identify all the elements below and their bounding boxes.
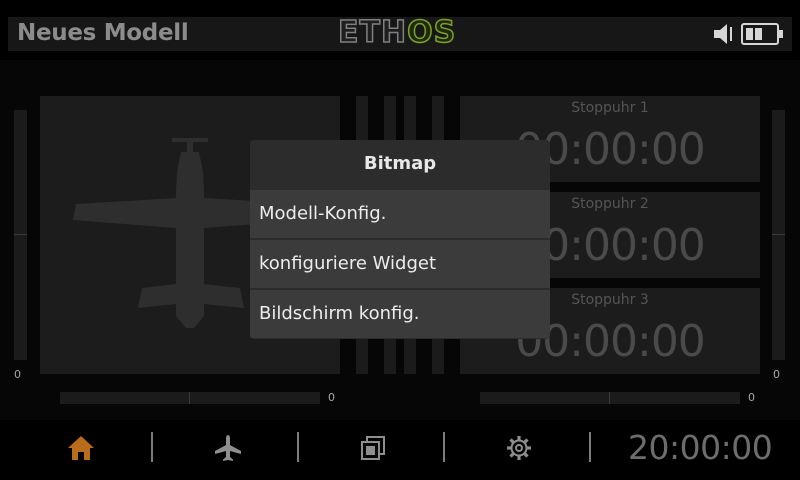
airplane-icon[interactable] (213, 434, 243, 462)
left-trim-value: 0 (328, 391, 335, 404)
menu-item-configure-widget[interactable]: konfiguriere Widget (250, 240, 550, 288)
footer-separator (151, 432, 153, 462)
widget-context-menu: Bitmap Modell-Konfig. konfiguriere Widge… (250, 140, 550, 339)
model-name[interactable]: Neues Modell (17, 18, 189, 48)
menu-item-model-config[interactable]: Modell-Konfig. (250, 190, 550, 238)
ethos-logo: ETHOS (337, 15, 457, 51)
logo-eth: ETH (337, 15, 408, 51)
left-trim-center-mark (189, 392, 190, 404)
footer-separator (443, 432, 445, 462)
right-vertical-rail (772, 110, 785, 360)
footer-separator (297, 432, 299, 462)
speaker-muted-icon[interactable] (712, 23, 736, 45)
left-rail-center-mark (14, 234, 27, 235)
left-vertical-rail (14, 110, 27, 360)
right-horizontal-trim (480, 392, 740, 404)
system-clock: 20:00:00 (628, 428, 773, 467)
settings-gear-icon[interactable] (505, 434, 533, 462)
status-icons (712, 20, 786, 48)
right-trim-center-mark (609, 392, 610, 404)
right-rail-value: 0 (773, 368, 780, 381)
right-rail-center-mark (772, 234, 785, 235)
right-trim-value: 0 (748, 391, 755, 404)
menu-title: Bitmap (363, 153, 437, 174)
logo-os: OS (406, 15, 457, 51)
home-icon[interactable] (66, 434, 96, 462)
screens-icon[interactable] (359, 434, 387, 462)
footer-separator (589, 432, 591, 462)
battery-icon[interactable] (740, 23, 784, 45)
menu-item-screen-config[interactable]: Bildschirm konfig. (250, 290, 550, 338)
left-rail-value: 0 (14, 368, 21, 381)
timer-1-label: Stoppuhr 1 (571, 100, 649, 116)
left-horizontal-trim (60, 392, 320, 404)
